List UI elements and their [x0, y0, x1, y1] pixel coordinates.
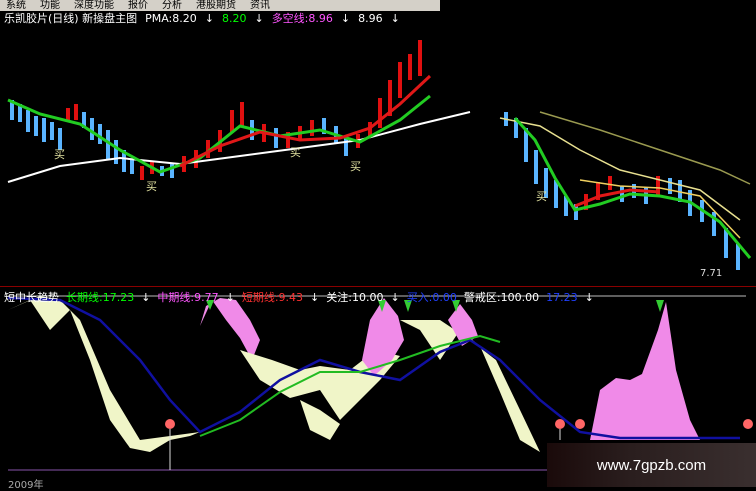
buy-mark: 买 [54, 148, 65, 161]
arrow-down-icon: ↓ [390, 291, 400, 304]
buyin-value: 买入:0.00 [406, 291, 457, 304]
short-line-value: 短期线:9.43 [241, 291, 304, 304]
buy-mark: 买 [146, 180, 157, 193]
buy-mark: 买 [536, 190, 547, 203]
short-ma-line-red [179, 74, 432, 168]
arrow-down-icon: ↓ [141, 291, 151, 304]
price-label: 7.71 [700, 268, 723, 279]
watermark-text: www.7gpzb.com [596, 456, 707, 474]
long-line-value: 长期线:17.23 [66, 291, 135, 304]
indicator-title: 短中长趋势 [4, 291, 59, 304]
mid-line-value: 中期线:9.77 [157, 291, 219, 304]
indicator-fills [8, 296, 700, 452]
olive-ma-line [539, 111, 751, 185]
arrow-down-icon: ↓ [584, 291, 594, 304]
focus-value: 关注:10.00 [326, 291, 384, 304]
arrow-down-icon: ↓ [225, 291, 235, 304]
candles [10, 40, 740, 270]
buy-mark: 买 [290, 146, 301, 159]
last-value: 17.23 [546, 291, 578, 304]
watermark: www.7gpzb.com [547, 443, 756, 487]
alert-value: 警戒区:100.00 [463, 291, 540, 304]
panel-separator [0, 286, 756, 287]
buy-mark: 买 [350, 160, 361, 173]
year-label: 2009年 [8, 480, 44, 491]
arrow-down-icon: ↓ [310, 291, 320, 304]
indicator-legend: 短中长趋势 长期线:17.23 ↓ 中期线:9.77 ↓ 短期线:9.43 ↓ … [4, 291, 594, 304]
chart-canvas: 买 买 买 买 买 [7, 40, 753, 471]
